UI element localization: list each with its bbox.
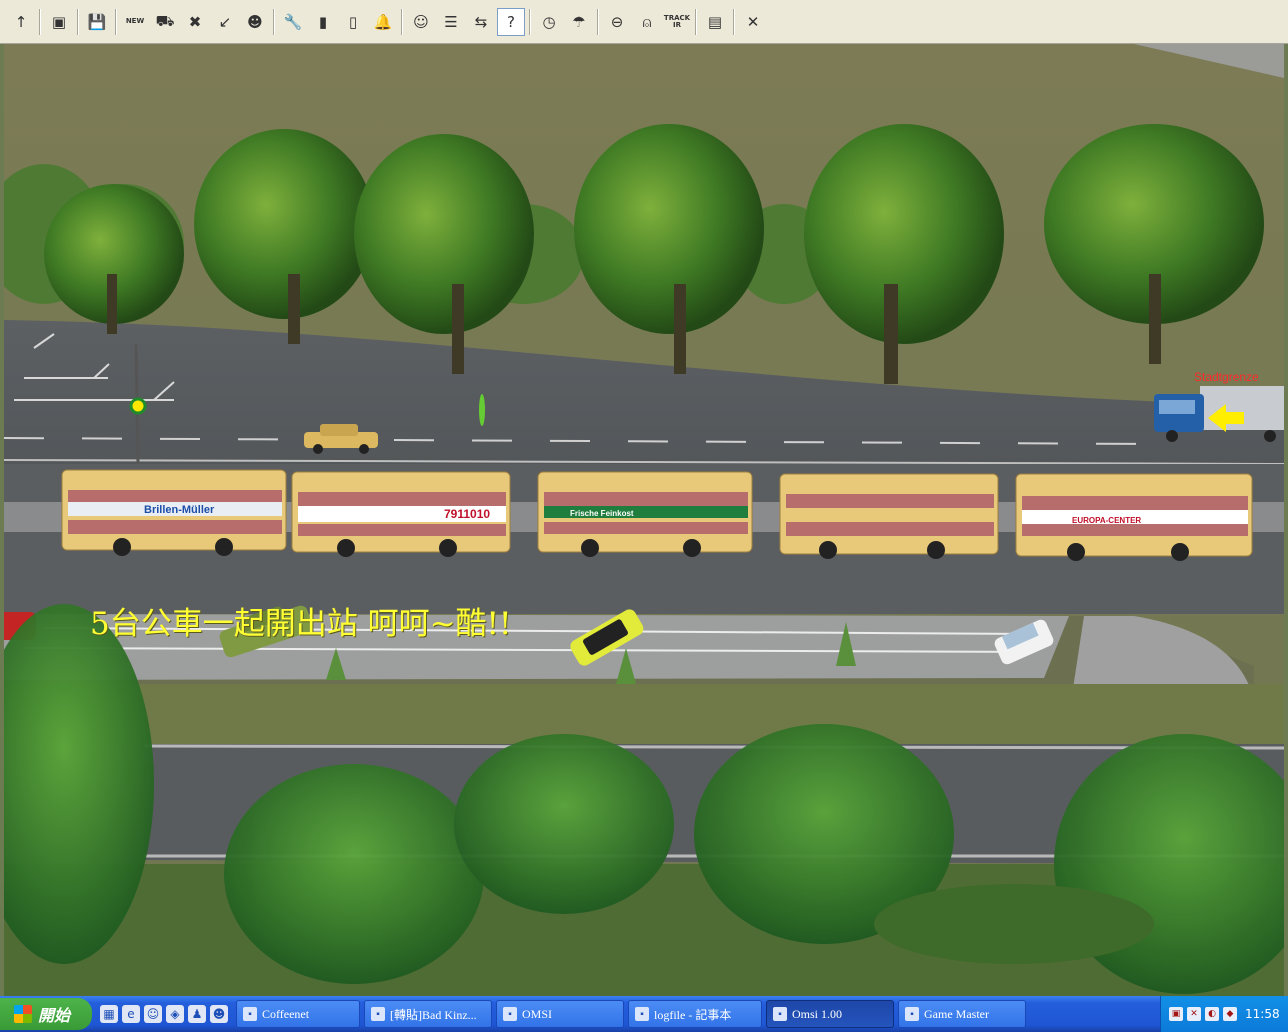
camera-icon[interactable]: ⊖ [603, 8, 631, 36]
game-viewport[interactable]: Brillen-Müller 7911010 Frische Feinkost … [4, 44, 1284, 996]
city-limit-sign: Stadtgrenze [1194, 370, 1259, 384]
start-button[interactable]: 開始 [0, 998, 92, 1030]
coffee-icon: ▪ [243, 1007, 257, 1021]
omsi-icon: ▪ [773, 1007, 787, 1021]
tray-network-icon[interactable]: ✕ [1187, 1007, 1201, 1021]
taskbar-button[interactable]: ▪ Omsi 1.00 [766, 1000, 894, 1028]
delete-bus-icon[interactable]: ✖ [181, 8, 209, 36]
bell-icon[interactable]: 🔔 [369, 8, 397, 36]
toolbar-separator [115, 8, 117, 35]
timetable-icon[interactable]: ☰ [437, 8, 465, 36]
bus-ad-1: Brillen-Müller [144, 504, 215, 516]
taskbar-button-label: Coffeenet [262, 1006, 310, 1021]
bus-ad-5: EUROPA-CENTER [1072, 516, 1141, 525]
close-icon[interactable]: ✕ [739, 8, 767, 36]
ie-icon: ▪ [371, 1007, 385, 1021]
toolbar-separator [529, 8, 531, 35]
taskbar-button[interactable]: ▪ [轉貼]Bad Kinz... [364, 1000, 492, 1028]
toolbar-separator [39, 8, 41, 35]
toolbar-separator [695, 8, 697, 35]
bus-ad-2: 7911010 [444, 507, 490, 521]
taskbar-button-label: Omsi 1.00 [792, 1006, 843, 1021]
wrench-icon[interactable]: 🔧 [279, 8, 307, 36]
clock-icon[interactable]: ◷ [535, 8, 563, 36]
desktop-icon[interactable]: ▦ [100, 1005, 118, 1023]
windows-taskbar: 開始 ▦ e ☺ ◈ ♟ ☻ ▪ Coffeenet ▪ [轉貼]Bad Kinz..… [0, 996, 1288, 1032]
new-bus-icon[interactable]: NEW [121, 8, 149, 36]
mouse-icon[interactable]: ⍝ [633, 8, 661, 36]
save-icon[interactable]: 💾 [83, 8, 111, 36]
door-open-icon[interactable]: ▯ [339, 8, 367, 36]
folder-icon: ▪ [503, 1007, 517, 1021]
options-icon[interactable]: ▤ [701, 8, 729, 36]
tray-volume-icon[interactable]: ◐ [1205, 1007, 1219, 1021]
windows-flag-icon [14, 1005, 32, 1023]
tool-icon[interactable]: ↙ [211, 8, 239, 36]
passenger-icon[interactable]: ☻ [241, 8, 269, 36]
bus-icon[interactable]: ⛟ [151, 8, 179, 36]
toolbar-separator [597, 8, 599, 35]
game-icon[interactable]: ☺ [144, 1005, 162, 1023]
toolbar-separator [77, 8, 79, 35]
weather-icon[interactable]: ☂ [565, 8, 593, 36]
toolbar-separator [733, 8, 735, 35]
system-tray: ▣ ✕ ◐ ◆ 11:58 [1160, 996, 1288, 1032]
game-toolbar: ↑ ▣ 💾 NEW ⛟ ✖ ↙ ☻ 🔧 ▮ ▯ 🔔 ☺ ☰ ⇆? ◷ ☂ ⊖ ⍝ TRACK IR ▤ ✕ [0, 0, 1288, 44]
screenshot-caption: 5台公車一起開出站 呵呵~酷!! [90, 606, 512, 642]
gamemaster-icon: ▪ [905, 1007, 919, 1021]
track-ir-icon[interactable]: TRACK IR [663, 8, 691, 36]
taskbar-button[interactable]: ▪ logfile - 記事本 [628, 1000, 762, 1028]
tray-graphics-icon[interactable]: ◆ [1223, 1007, 1237, 1021]
notepad-icon: ▪ [635, 1007, 649, 1021]
bus-ad-3: Frische Feinkost [570, 509, 634, 518]
taskbar-button-label: OMSI [522, 1006, 553, 1021]
messenger-icon[interactable]: ♟ [188, 1005, 206, 1023]
start-label: 開始 [38, 1006, 71, 1025]
toolbar-separator [401, 8, 403, 35]
taskbar-button-label: Game Master [924, 1006, 989, 1021]
smiley-icon[interactable]: ☻ [210, 1005, 228, 1023]
up-arrow-icon[interactable]: ↑ [7, 8, 35, 36]
scene-render: Brillen-Müller 7911010 Frische Feinkost … [4, 44, 1284, 996]
clock: 11:58 [1245, 1007, 1280, 1021]
driver-icon[interactable]: ☺ [407, 8, 435, 36]
help-arrow-icon[interactable]: ? [497, 7, 525, 36]
app-icon[interactable]: ◈ [166, 1005, 184, 1023]
taskbar-button[interactable]: ▪ Coffeenet [236, 1000, 360, 1028]
toolbar-separator [273, 8, 275, 35]
route-swap-icon[interactable]: ⇆ [467, 8, 495, 36]
taskbar-button[interactable]: ▪ OMSI [496, 1000, 624, 1028]
taskbar-button-label: [轉貼]Bad Kinz... [390, 1007, 477, 1022]
door-icon[interactable]: ▮ [309, 8, 337, 36]
quick-launch: ▦ e ☺ ◈ ♟ ☻ [92, 1005, 236, 1023]
tray-app-icon[interactable]: ▣ [1169, 1007, 1183, 1021]
map-icon[interactable]: ▣ [45, 8, 73, 36]
ie-icon[interactable]: e [122, 1005, 140, 1023]
taskbar-button[interactable]: ▪ Game Master [898, 1000, 1026, 1028]
taskbar-button-label: logfile - 記事本 [654, 1007, 732, 1022]
